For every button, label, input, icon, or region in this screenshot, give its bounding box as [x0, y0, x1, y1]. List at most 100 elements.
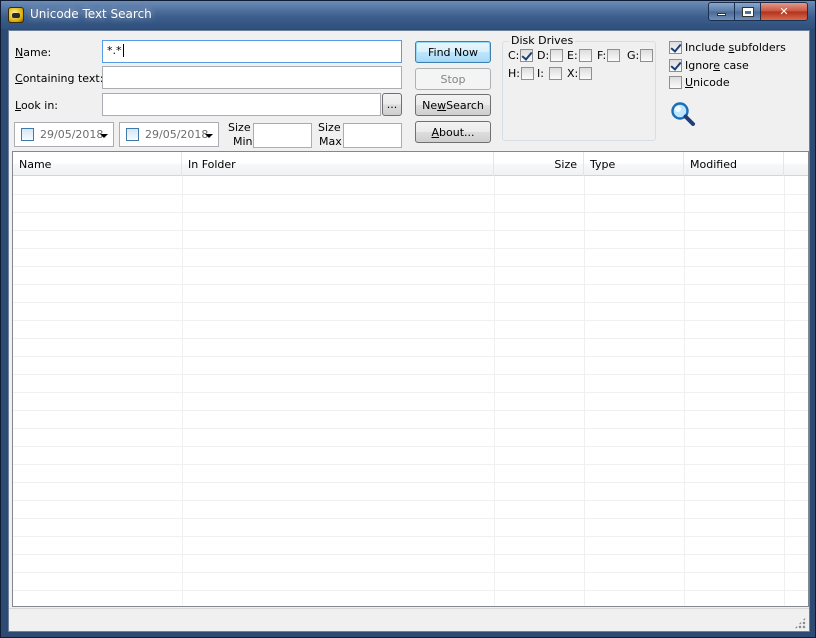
status-bar — [9, 608, 809, 631]
containing-label-accel: C — [15, 72, 23, 85]
unicode-option[interactable]: Unicode — [669, 76, 730, 89]
include-subfolders-checkbox[interactable] — [669, 41, 682, 54]
grid-row-line — [13, 590, 808, 591]
ignore-case-label: Ignore case — [685, 59, 749, 72]
grid-column-line — [494, 176, 495, 606]
column-header-size[interactable]: Size — [494, 152, 584, 176]
containing-text-input[interactable] — [102, 66, 402, 89]
grid-row-line — [13, 212, 808, 213]
column-header-modified[interactable]: Modified — [684, 152, 784, 176]
look-in-label: Look in: — [15, 99, 58, 112]
date-from-value: 29/05/2018 — [40, 128, 104, 141]
grid-row-line — [13, 518, 808, 519]
browse-button[interactable]: ... — [382, 93, 402, 116]
grid-column-line — [584, 176, 585, 606]
drive-g-label: G: — [627, 49, 640, 62]
date-to-value: 29/05/2018 — [145, 128, 209, 141]
drive-e[interactable]: E: — [567, 49, 592, 62]
drive-d-label: D: — [537, 49, 550, 62]
drive-x[interactable]: X: — [567, 67, 593, 80]
stop-button[interactable]: Stop — [415, 68, 491, 90]
drive-g-checkbox[interactable] — [640, 49, 654, 62]
include-subfolders-label: Include subfolders — [685, 41, 786, 54]
app-icon[interactable] — [8, 7, 24, 23]
about-label-accel: A — [431, 125, 440, 139]
drive-h-checkbox[interactable] — [520, 67, 534, 80]
drive-g[interactable]: G: — [627, 49, 654, 62]
grid-row-line — [13, 464, 808, 465]
grid-row-line — [13, 248, 808, 249]
maximize-icon — [742, 7, 753, 16]
new-search-label-pre: Ne — [422, 98, 438, 112]
size-max-input[interactable] — [343, 123, 402, 148]
grid-row-line — [13, 266, 808, 267]
date-from-picker[interactable]: 29/05/2018 — [14, 122, 114, 147]
dropdown-arrow-icon[interactable] — [205, 134, 213, 138]
lookin-label-text: ook in: — [20, 99, 58, 112]
dropdown-arrow-icon[interactable] — [100, 134, 108, 138]
date-from-checkbox[interactable] — [21, 128, 34, 141]
resize-grip-icon[interactable] — [794, 617, 806, 629]
drive-c-label: C: — [508, 49, 520, 62]
drive-c-checkbox[interactable] — [520, 49, 534, 62]
drive-f[interactable]: F: — [597, 49, 621, 62]
unicode-checkbox[interactable] — [669, 76, 682, 89]
containing-text-label: Containing text: — [15, 72, 103, 85]
grid-row-line — [13, 338, 808, 339]
look-in-input[interactable] — [102, 93, 381, 116]
column-header-type[interactable]: Type — [584, 152, 684, 176]
ignore-case-checkbox[interactable] — [669, 59, 682, 72]
drive-i-checkbox[interactable] — [548, 67, 562, 80]
grid-row-line — [13, 446, 808, 447]
close-icon: ✕ — [779, 5, 789, 18]
drive-d-checkbox[interactable] — [550, 49, 564, 62]
find-now-button[interactable]: Find Now — [415, 41, 491, 63]
size-min-label-bottom: Min — [233, 135, 253, 148]
title-bar[interactable]: Unicode Text Search ✕ — [1, 1, 815, 29]
text-caret — [122, 44, 124, 57]
drive-f-checkbox[interactable] — [607, 49, 621, 62]
results-list[interactable]: Name In Folder Size Type Modified — [12, 151, 809, 607]
drive-h-label: H: — [508, 67, 520, 80]
disk-drives-title: Disk Drives — [509, 34, 576, 47]
ignore-case-option[interactable]: Ignore case — [669, 59, 749, 72]
grid-column-line — [182, 176, 183, 606]
grid-row-line — [13, 302, 808, 303]
maximize-button[interactable] — [734, 2, 761, 21]
grid-row-line — [13, 194, 808, 195]
grid-row-line — [13, 428, 808, 429]
client-area: Name: *.* Containing text: Look in: ... … — [8, 30, 810, 632]
close-button[interactable]: ✕ — [760, 2, 808, 21]
minimize-button[interactable] — [708, 2, 735, 21]
new-search-button[interactable]: Ne w Search — [415, 94, 491, 116]
drive-i[interactable]: I: — [537, 67, 562, 80]
drive-c[interactable]: C: — [508, 49, 534, 62]
drive-i-label: I: — [537, 67, 544, 80]
window-title: Unicode Text Search — [30, 7, 152, 21]
app-window: Unicode Text Search ✕ Name: *.* Containi… — [0, 0, 816, 638]
grid-row-line — [13, 572, 808, 573]
drive-x-label: X: — [567, 67, 579, 80]
size-min-input[interactable] — [253, 123, 312, 148]
name-input[interactable]: *.* — [102, 40, 402, 63]
column-header-in-folder[interactable]: In Folder — [182, 152, 494, 176]
name-input-value: *.* — [107, 44, 122, 57]
date-to-picker[interactable]: 29/05/2018 — [119, 122, 219, 147]
drive-h[interactable]: H: — [508, 67, 534, 80]
name-label-accel: N — [15, 46, 24, 59]
size-min-label-top: Size — [228, 121, 251, 134]
drive-e-checkbox[interactable] — [578, 49, 592, 62]
grid-row-line — [13, 500, 808, 501]
drive-x-checkbox[interactable] — [579, 67, 593, 80]
column-header-name[interactable]: Name — [13, 152, 182, 176]
grid-row-line — [13, 230, 808, 231]
drive-d[interactable]: D: — [537, 49, 564, 62]
name-label: Name: — [15, 46, 51, 59]
about-button[interactable]: About... — [415, 121, 491, 143]
drive-e-label: E: — [567, 49, 578, 62]
date-to-checkbox[interactable] — [126, 128, 139, 141]
grid-column-line — [684, 176, 685, 606]
include-subfolders-option[interactable]: Include subfolders — [669, 41, 786, 54]
drive-f-label: F: — [597, 49, 607, 62]
find-now-label: Find Now — [428, 45, 478, 59]
